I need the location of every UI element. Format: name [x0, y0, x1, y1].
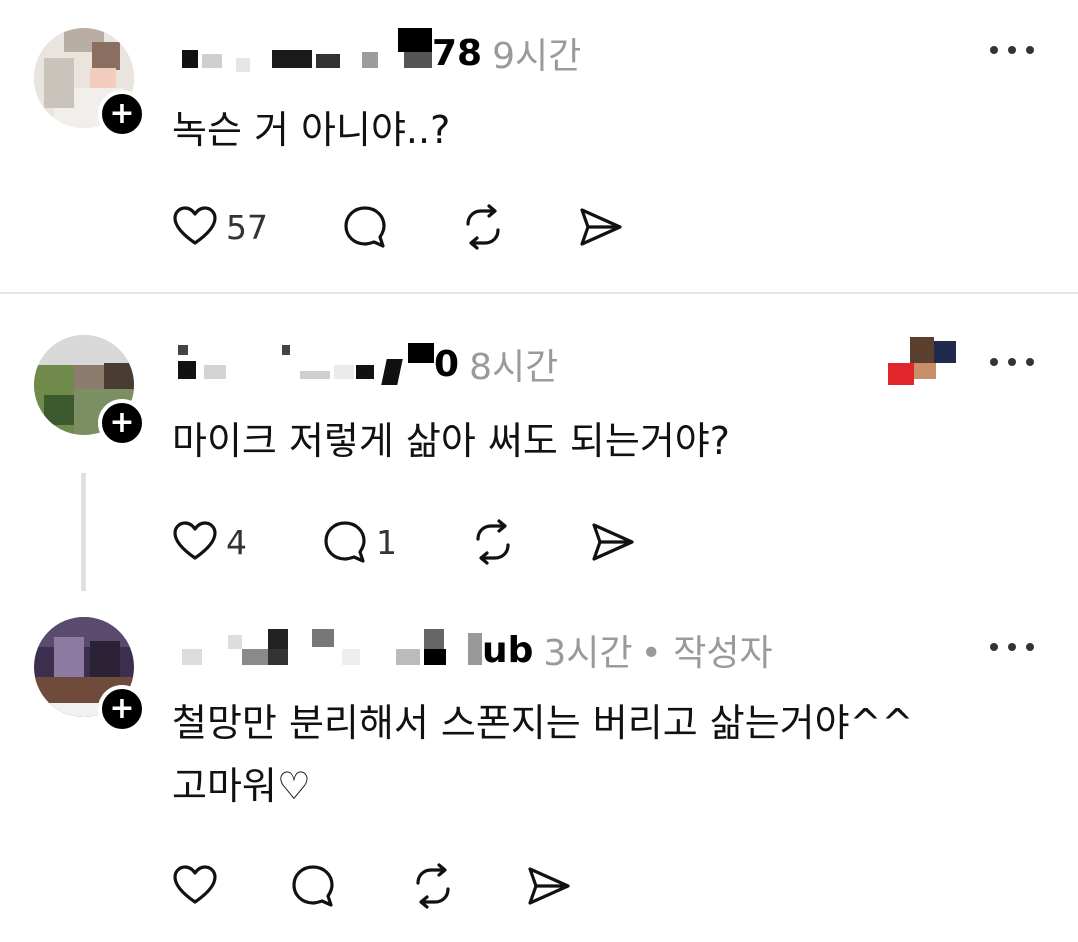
share-button[interactable] [524, 859, 574, 913]
post-time: 3시간 [543, 633, 633, 674]
comment-icon [292, 865, 334, 907]
repost-button[interactable] [458, 200, 508, 254]
like-button[interactable]: 57 [170, 200, 268, 254]
comment-post: + 78 9시간 녹슨 거 아니야..? 57 [0, 0, 1078, 293]
follow-plus-icon[interactable]: + [98, 90, 146, 138]
thread-line [81, 473, 86, 591]
like-button[interactable] [170, 859, 220, 913]
share-button[interactable] [588, 515, 638, 569]
share-button[interactable] [576, 200, 626, 254]
username-redacted[interactable] [172, 625, 482, 675]
reaction-avatar [888, 337, 956, 389]
more-options-icon[interactable] [990, 642, 1034, 652]
comment-post: + 0 8시간 마이크 저렇게 삶아 써도 되는거야? 4 1 [0, 293, 1078, 605]
comment-icon [344, 206, 386, 248]
share-icon [580, 208, 622, 246]
heart-icon [173, 865, 217, 904]
repost-icon [416, 863, 450, 909]
repost-button[interactable] [468, 515, 518, 569]
more-options-icon[interactable] [990, 45, 1034, 55]
username-line: ub 3시간 • 작성자 [172, 625, 773, 675]
follow-plus-icon[interactable]: + [98, 685, 146, 733]
comment-text: 마이크 저렇게 삶아 써도 되는거야? [172, 411, 730, 471]
username-line: 78 9시간 [172, 28, 581, 78]
comment-button[interactable]: 1 [320, 515, 397, 569]
share-icon [528, 867, 570, 905]
repost-button[interactable] [408, 859, 458, 913]
share-icon [592, 523, 634, 561]
reply-count: 1 [376, 522, 397, 562]
username-line: 0 8시간 [172, 339, 558, 389]
username-redacted[interactable] [172, 28, 432, 78]
comment-text: 녹슨 거 아니야..? [172, 100, 450, 160]
username-visible[interactable]: 0 [434, 344, 459, 385]
comment-text-line: 녹슨 거 아니야..? [172, 108, 451, 152]
more-options-icon[interactable] [990, 357, 1034, 367]
username-redacted[interactable] [172, 339, 434, 389]
like-button[interactable]: 4 [170, 515, 247, 569]
repost-icon [466, 204, 500, 250]
comment-post: + ub 3시간 • 작성자 철망만 분리해서 스폰지는 버리고 삶는거야^^ … [0, 605, 1078, 942]
follow-plus-icon[interactable]: + [98, 399, 146, 447]
repost-icon [476, 519, 510, 565]
username-visible[interactable]: 78 [432, 33, 482, 74]
heart-icon [173, 521, 217, 560]
username-visible[interactable]: ub [482, 630, 533, 671]
author-badge: • 작성자 [640, 633, 773, 674]
comment-text-line: 고마워♡ [172, 764, 311, 808]
comment-button[interactable] [340, 200, 390, 254]
post-time: 9시간 [492, 36, 582, 77]
comment-icon [324, 521, 366, 563]
comment-text-line: 마이크 저렇게 삶아 써도 되는거야? [172, 419, 730, 463]
comment-button[interactable] [288, 859, 338, 913]
post-time: 8시간 [469, 347, 559, 388]
comment-text-line: 철망만 분리해서 스폰지는 버리고 삶는거야^^ [172, 701, 914, 745]
like-count: 57 [226, 207, 268, 247]
comment-text: 철망만 분리해서 스폰지는 버리고 삶는거야^^ 고마워♡ [172, 693, 913, 816]
heart-icon [173, 206, 217, 245]
like-count: 4 [226, 522, 247, 562]
